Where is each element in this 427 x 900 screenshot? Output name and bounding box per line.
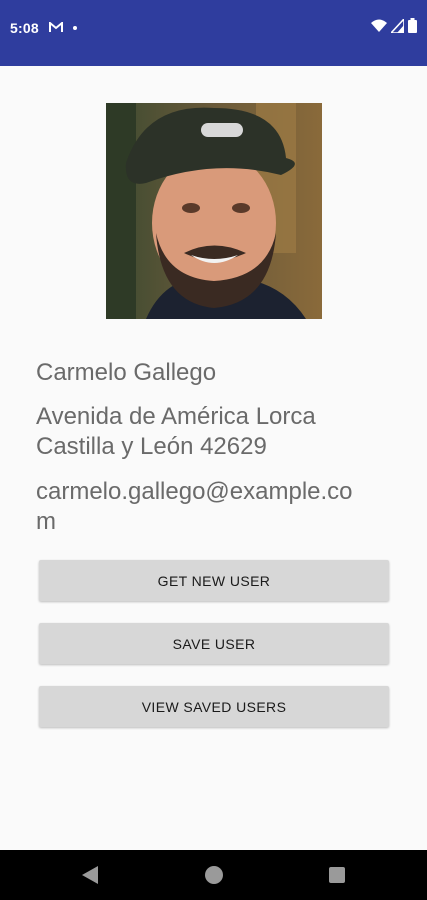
avatar <box>106 103 322 319</box>
back-icon[interactable] <box>82 866 98 889</box>
recents-icon[interactable] <box>329 867 345 883</box>
status-left: 5:08 <box>10 18 77 38</box>
user-address: Avenida de América Lorca Castilla y León… <box>36 403 316 460</box>
gmail-notification-icon <box>48 20 63 36</box>
get-new-user-button[interactable]: GET NEW USER <box>39 560 389 601</box>
status-right <box>371 16 417 38</box>
home-icon[interactable] <box>205 866 223 884</box>
wifi-icon <box>371 19 387 38</box>
battery-icon <box>408 18 417 38</box>
user-name: Carmelo Gallego <box>36 359 217 386</box>
save-user-button[interactable]: SAVE USER <box>39 623 389 664</box>
status-bar: 5:08 <box>0 0 427 66</box>
status-time: 5:08 <box>10 20 39 36</box>
notification-dot-icon <box>72 26 77 30</box>
user-profile-screen: Carmelo Gallego Avenida de América Lorca… <box>0 66 427 850</box>
user-email: carmelo.gallego@example.com <box>36 478 353 535</box>
navigation-bar <box>0 850 427 900</box>
view-saved-users-button[interactable]: VIEW SAVED USERS <box>39 686 389 727</box>
cellular-signal-icon <box>389 16 405 38</box>
